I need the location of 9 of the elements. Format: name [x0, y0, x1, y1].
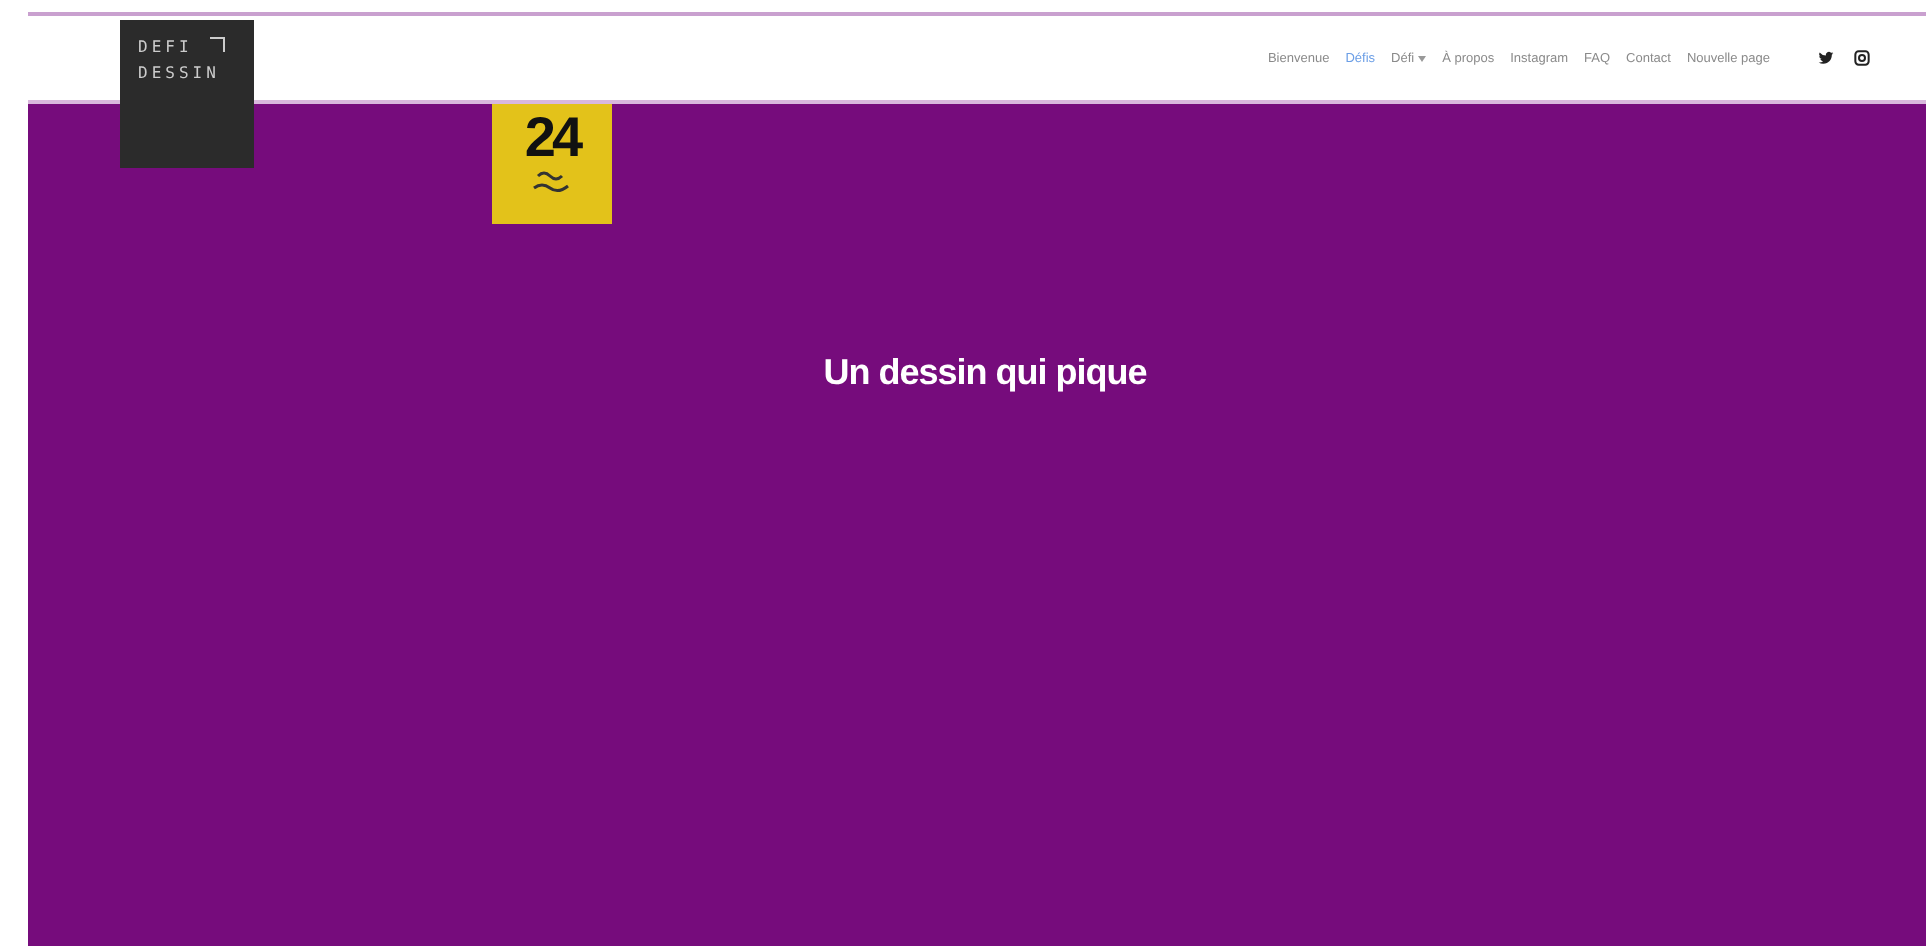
instagram-icon[interactable]	[1854, 50, 1870, 66]
logo[interactable]: DEFI DESSIN	[120, 20, 254, 168]
scribble-icon	[530, 168, 574, 196]
badge-number: 24	[524, 108, 580, 168]
twitter-icon[interactable]	[1818, 50, 1834, 66]
logo-text: DESSIN	[138, 62, 220, 86]
logo-text: DEFI	[138, 36, 193, 60]
hero-title: Un dessin qui pique	[823, 352, 1147, 396]
corner-icon	[210, 36, 226, 52]
